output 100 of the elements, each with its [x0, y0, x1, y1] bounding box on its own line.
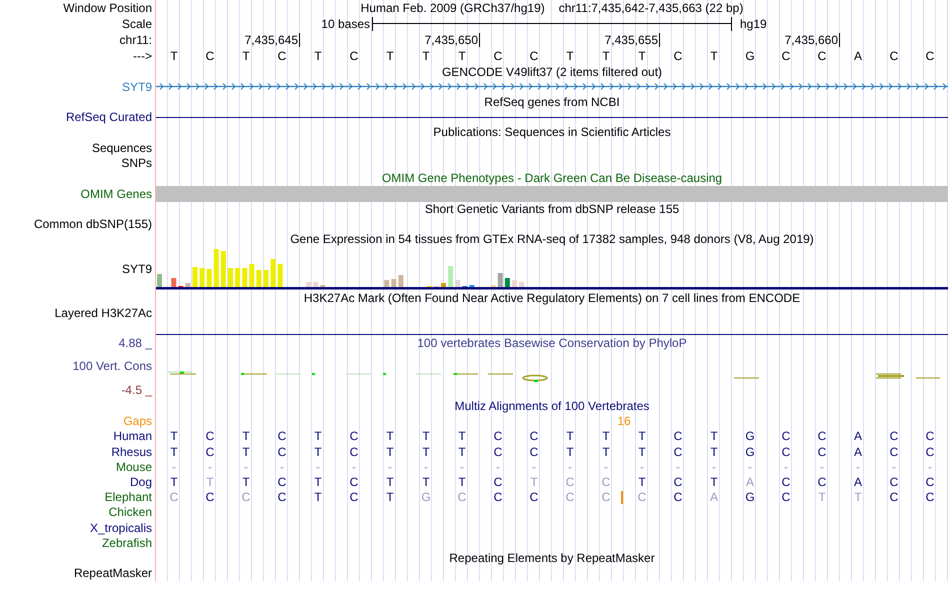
aligned-base: C: [782, 476, 790, 488]
base-letter: C: [924, 50, 936, 62]
species-label: Elephant: [104, 490, 152, 504]
aligned-base: -: [532, 460, 536, 473]
base-letter: T: [637, 50, 647, 62]
aligned-base: -: [604, 460, 608, 473]
aligned-base: -: [316, 460, 320, 473]
aligned-base: C: [206, 430, 214, 442]
track-label[interactable]: Common dbSNP(155): [34, 217, 152, 232]
aligned-base: T: [638, 446, 646, 458]
aligned-base: C: [890, 491, 898, 504]
aligned-base: T: [386, 476, 394, 488]
aligned-base: C: [818, 430, 826, 442]
track-label[interactable]: OMIM Genes: [80, 186, 152, 200]
aligned-base: -: [424, 460, 428, 473]
base-letter: T: [601, 50, 611, 62]
base-letter: A: [852, 50, 863, 62]
base-letter: C: [492, 50, 504, 62]
aligned-base: -: [712, 460, 716, 473]
aligned-base: C: [818, 446, 826, 458]
base-letter: C: [276, 50, 288, 62]
aligned-base: C: [890, 430, 898, 442]
aligned-base: -: [280, 460, 284, 473]
track-title: Publications: Sequences in Scientific Articles: [433, 125, 671, 140]
aligned-base: C: [494, 476, 502, 488]
aligned-base: T: [818, 491, 826, 504]
aligned-base: C: [926, 446, 934, 458]
track-title: GENCODE V49lift37 (2 items filtered out): [442, 64, 662, 79]
aligned-base: C: [530, 446, 538, 458]
aligned-base: C: [782, 491, 790, 504]
aligned-base: A: [854, 446, 862, 458]
aligned-base: T: [602, 430, 610, 442]
aligned-base: G: [745, 446, 755, 458]
ruler-tick: 7,435,645: [156, 33, 300, 47]
base-letter: T: [313, 50, 323, 62]
aligned-base: -: [892, 460, 896, 473]
aligned-base: T: [314, 446, 322, 458]
aligned-base: C: [890, 446, 898, 458]
aligned-base: T: [854, 491, 862, 504]
track-label[interactable]: RepeatMasker: [74, 566, 152, 580]
aligned-base: C: [350, 446, 358, 458]
track-label[interactable]: RefSeq Curated: [66, 110, 152, 124]
axis-max-label: 4.88 _: [118, 336, 152, 350]
aligned-base: C: [350, 476, 358, 488]
aligned-base: -: [820, 460, 824, 473]
aligned-base: C: [206, 491, 214, 504]
aligned-base: C: [638, 491, 646, 504]
track-label[interactable]: SYT9: [122, 80, 152, 94]
base-letter: T: [385, 50, 395, 62]
aligned-base: T: [458, 446, 466, 458]
species-label: Chicken: [108, 505, 152, 520]
track-label[interactable]: 100 Vert. Cons: [72, 359, 152, 374]
track-label[interactable]: SYT9: [122, 262, 152, 276]
aligned-base: C: [530, 430, 538, 442]
base-letter: C: [672, 50, 684, 62]
track-label[interactable]: SNPs: [121, 156, 152, 170]
track-title: 100 vertebrates Basewise Conservation by PhyloP: [417, 336, 687, 350]
aligned-base: C: [674, 430, 682, 442]
aligned-base: C: [278, 430, 286, 442]
aligned-base: G: [745, 491, 755, 504]
aligned-base: G: [745, 430, 755, 442]
aligned-base: T: [386, 430, 394, 442]
base-letter: C: [780, 50, 792, 62]
aligned-base: C: [602, 491, 610, 504]
strand-label: --->: [133, 49, 152, 63]
aligned-base: C: [890, 476, 898, 488]
track-title: RefSeq genes from NCBI: [484, 94, 620, 109]
ruler-tick: 7,435,660: [696, 33, 840, 47]
aligned-base: T: [242, 430, 250, 442]
aligned-base: T: [314, 476, 322, 488]
species-label: Zebrafish: [102, 536, 152, 550]
aligned-base: T: [458, 430, 466, 442]
aligned-base: C: [278, 446, 286, 458]
aligned-base: T: [206, 476, 214, 488]
aligned-base: T: [170, 430, 178, 442]
ruler-tick: 7,435,655: [516, 33, 660, 47]
aligned-base: A: [854, 430, 862, 442]
aligned-base: -: [496, 460, 500, 473]
track-label[interactable]: Sequences: [92, 140, 152, 155]
aligned-base: T: [242, 476, 250, 488]
aligned-base: C: [926, 430, 934, 442]
aligned-base: C: [494, 446, 502, 458]
aligned-base: C: [494, 430, 502, 442]
track-label[interactable]: Layered H3K27Ac: [54, 306, 152, 320]
axis-min-label: -4.5 _: [121, 383, 152, 398]
aligned-base: -: [172, 460, 176, 473]
aligned-base: C: [170, 491, 178, 504]
track-title: OMIM Gene Phenotypes - Dark Green Can Be Disease-causing: [382, 170, 722, 185]
aligned-base: T: [170, 476, 178, 488]
track-label: chr11:: [120, 33, 152, 47]
aligned-base: C: [674, 491, 682, 504]
base-letter: T: [421, 50, 431, 62]
base-letter: C: [816, 50, 828, 62]
species-label: X_tropicalis: [90, 520, 152, 535]
scale-length-text: 10 bases: [320, 17, 371, 31]
track-title: Repeating Elements by RepeatMasker: [449, 550, 655, 565]
base-letter: C: [348, 50, 360, 62]
aligned-base: -: [352, 460, 356, 473]
base-letter: C: [528, 50, 540, 62]
species-label: Mouse: [116, 460, 152, 474]
